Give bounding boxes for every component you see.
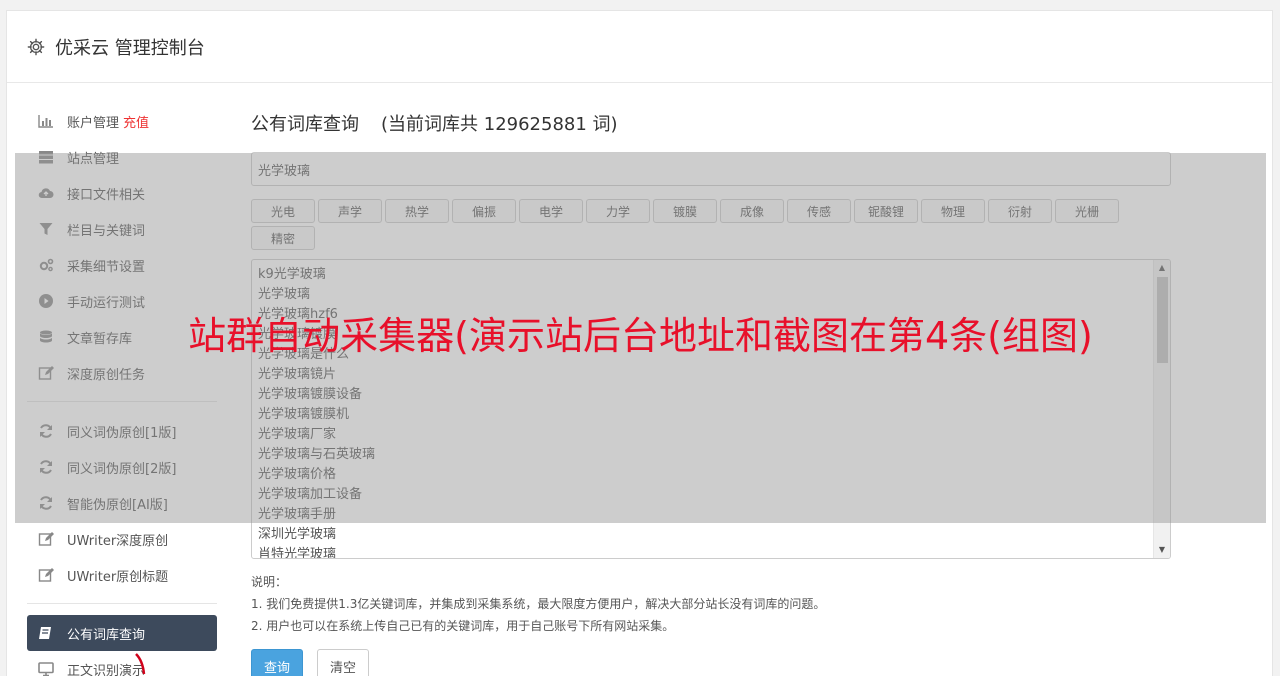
notes: 说明： 1. 我们免费提供1.3亿关键词库，并集成到采集系统，最大限度方便用户，… <box>251 571 1171 637</box>
overlay-headline: 站群自动采集器(演示站后台地址和截图在第4条(组图) <box>188 313 1093 358</box>
sidebar-item-account[interactable]: 账户管理 充值 <box>27 103 217 139</box>
notes-title: 说明： <box>251 575 288 589</box>
console-title: 优采云 管理控制台 <box>55 37 205 59</box>
recharge-link[interactable]: 充值 <box>123 112 149 131</box>
query-button[interactable]: 查询 <box>251 649 304 676</box>
page-title: 公有词库查询 (当前词库共 129625881 词) <box>251 111 1171 139</box>
gear-icon <box>27 38 45 56</box>
book-icon <box>37 625 55 641</box>
watermark-overlay: 站群自动采集器(演示站后台地址和截图在第4条(组图) <box>15 153 1266 523</box>
red-stroke-mark <box>135 653 146 675</box>
sidebar-item-uwriter-title[interactable]: UWriter原创标题 <box>27 557 217 593</box>
scroll-down-arrow-icon[interactable]: ▼ <box>1154 542 1170 558</box>
header: 优采云 管理控制台 <box>7 11 1272 83</box>
edit-icon <box>37 567 55 583</box>
bar-chart-icon <box>37 113 55 129</box>
clear-button[interactable]: 清空 <box>317 649 370 676</box>
note-item: 1. 我们免费提供1.3亿关键词库，并集成到采集系统，最大限度方便用户，解决大部… <box>251 597 826 611</box>
word-list-item[interactable]: 深圳光学玻璃 <box>258 525 1164 545</box>
sidebar-item-label: 公有词库查询 <box>67 627 146 643</box>
word-list-item[interactable]: 肖特光学玻璃 <box>258 545 1164 558</box>
sidebar-item-label: UWriter深度原创 <box>67 533 169 549</box>
sidebar-item-label: 账户管理 <box>67 115 120 131</box>
sidebar-item-label: UWriter原创标题 <box>67 569 169 585</box>
lexicon-count: (当前词库共 129625881 词) <box>381 114 618 135</box>
sidebar-item-public-lexicon[interactable]: 公有词库查询 <box>27 615 217 651</box>
sidebar-divider <box>27 603 217 604</box>
action-buttons: 查询 清空 <box>251 649 1171 676</box>
note-item: 2. 用户也可以在系统上传自己已有的关键词库，用于自己账号下所有网站采集。 <box>251 619 675 633</box>
monitor-icon <box>37 661 55 676</box>
sidebar-item-uwriter-deep[interactable]: UWriter深度原创 <box>27 521 217 557</box>
sidebar-item-text-recognition[interactable]: 正文识别演示 <box>27 651 217 676</box>
edit-icon <box>37 531 55 547</box>
page-title-text: 公有词库查询 <box>251 114 359 135</box>
